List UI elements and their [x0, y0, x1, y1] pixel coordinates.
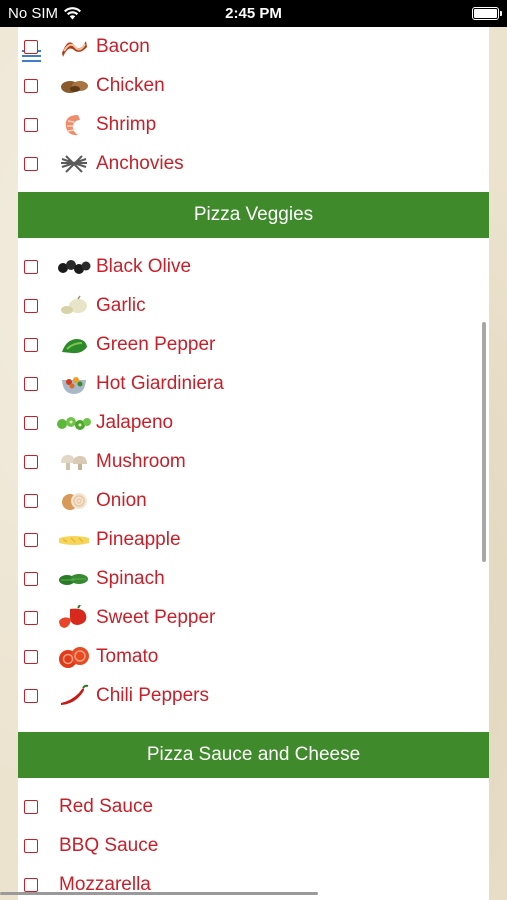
- black-olive-icon: [56, 254, 92, 280]
- item-label: Spinach: [96, 567, 165, 589]
- mushroom-icon: [56, 449, 92, 475]
- tomato-icon: [56, 644, 92, 670]
- checkbox[interactable]: [24, 571, 38, 586]
- item-label: Chili Peppers: [96, 684, 209, 706]
- shrimp-icon: [56, 112, 92, 138]
- section-title: Pizza Veggies: [193, 204, 314, 225]
- checkbox[interactable]: [24, 610, 38, 625]
- carrier-label: No SIM: [8, 5, 59, 22]
- bacon-icon: [56, 34, 92, 60]
- checkbox[interactable]: [24, 156, 38, 171]
- hot-giardiniera-icon: [56, 371, 92, 397]
- anchovies-icon: [56, 151, 92, 177]
- item-label: Black Olive: [96, 255, 192, 277]
- onion-icon: [56, 488, 92, 514]
- checkbox[interactable]: [24, 838, 38, 853]
- status-bar: No SIM 2:45 PM: [0, 0, 507, 27]
- item-label: Red Sauce: [59, 795, 154, 817]
- item-label: Garlic: [96, 294, 146, 316]
- item-label: Tomato: [96, 645, 159, 667]
- green-pepper-icon: [56, 332, 92, 358]
- checkbox[interactable]: [24, 493, 38, 508]
- chicken-icon: [56, 73, 92, 99]
- spinach-icon: [56, 566, 92, 592]
- horizontal-scroll-indicator: [0, 892, 318, 895]
- item-label: Anchovies: [96, 152, 184, 174]
- item-label: Chicken: [96, 74, 165, 96]
- checkbox[interactable]: [24, 259, 38, 274]
- pineapple-icon: [56, 527, 92, 553]
- checkbox[interactable]: [24, 39, 38, 54]
- checkbox[interactable]: [24, 532, 38, 547]
- item-label: Pineapple: [96, 528, 181, 550]
- status-left: No SIM: [8, 5, 82, 22]
- checkbox[interactable]: [24, 376, 38, 391]
- checkbox[interactable]: [24, 454, 38, 469]
- toppings-list-panel[interactable]: Bacon Chicken Shrimp Anchovies Pizza Veg…: [18, 27, 489, 900]
- checkbox[interactable]: [24, 78, 38, 93]
- section-header-veggies: Pizza Veggies: [18, 192, 489, 238]
- item-label: BBQ Sauce: [59, 834, 159, 856]
- item-label: Onion: [96, 489, 147, 511]
- sweet-pepper-icon: [56, 604, 92, 631]
- garlic-icon: [56, 293, 92, 319]
- item-label: Green Pepper: [96, 333, 216, 355]
- item-label: Sweet Pepper: [96, 606, 216, 628]
- section-header-sauce-cheese: Pizza Sauce and Cheese: [18, 732, 489, 778]
- checkbox[interactable]: [24, 117, 38, 132]
- checkbox[interactable]: [24, 799, 38, 814]
- item-label: Bacon: [96, 35, 150, 57]
- battery-icon: [472, 7, 502, 20]
- checkbox[interactable]: [24, 688, 38, 703]
- checkbox[interactable]: [24, 649, 38, 664]
- item-label: Mushroom: [96, 450, 186, 472]
- section-title: Pizza Sauce and Cheese: [146, 744, 361, 765]
- checkbox[interactable]: [24, 877, 38, 892]
- checkbox[interactable]: [24, 415, 38, 430]
- chili-peppers-icon: [56, 683, 92, 709]
- scrollbar[interactable]: [482, 322, 486, 562]
- checkbox[interactable]: [24, 337, 38, 352]
- checkbox[interactable]: [24, 298, 38, 313]
- wifi-icon: [64, 7, 82, 20]
- item-label: Shrimp: [96, 113, 157, 135]
- item-label: Jalapeno: [96, 411, 174, 433]
- jalapeno-icon: [56, 410, 92, 436]
- item-label: Hot Giardiniera: [96, 372, 224, 394]
